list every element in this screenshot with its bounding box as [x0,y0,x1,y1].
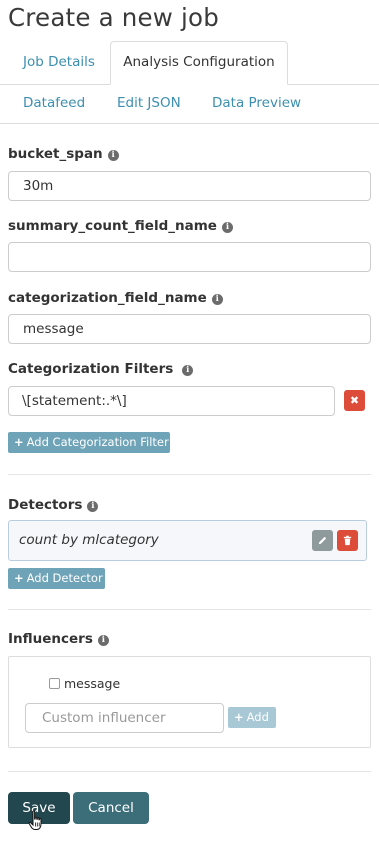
influencers-label-text: Influencers [8,631,93,647]
tab-analysis-configuration[interactable]: Analysis Configuration [110,41,288,85]
influencers-label: Influencers i [8,631,109,647]
page-title: Create a new job [8,3,219,32]
add-categorization-filter-button[interactable]: + Add Categorization Filter [8,432,170,453]
tab-divider [0,84,110,85]
tab-edit-json[interactable]: Edit JSON [117,95,181,111]
categorization-field-name-input[interactable]: message [8,314,371,344]
tab-job-details-label: Job Details [23,54,95,70]
info-circle-icon[interactable]: i [87,501,99,512]
categorization-field-name-label-text: categorization_field_name [8,290,207,306]
section-divider [8,771,371,772]
times-icon: ✖ [349,394,360,407]
tab-datafeed[interactable]: Datafeed [23,95,85,111]
tab-data-preview-label: Data Preview [212,95,302,111]
plus-icon: + [14,435,24,449]
custom-influencer-placeholder: Custom influencer [42,710,166,726]
pencil-icon [318,536,327,545]
influencers-panel: message Custom influencer + Add [8,656,371,748]
add-categorization-filter-label: Add Categorization Filter [26,435,169,449]
tab-analysis-configuration-label: Analysis Configuration [123,54,275,70]
plus-icon: + [234,710,244,724]
tab-job-details[interactable]: Job Details [23,54,95,70]
hand-pointer-icon [28,810,42,830]
categorization-field-name-value: message [23,321,84,337]
summary-count-field-name-input[interactable] [8,242,371,272]
info-circle-icon[interactable]: i [211,294,223,305]
bucket-span-label-text: bucket_span [8,146,103,162]
add-influencer-label: Add [246,710,269,724]
plus-icon: + [14,571,24,585]
detector-description: count by mlcategory [19,532,159,548]
tab-divider [288,84,379,85]
summary-count-field-name-label-text: summary_count_field_name [8,218,217,234]
info-circle-icon[interactable]: i [107,150,119,161]
info-circle-icon[interactable]: i [97,635,109,646]
section-divider [8,474,371,475]
categorization-filter-input[interactable]: \[statement:.*\] [8,386,335,416]
detectors-label-text: Detectors [8,497,83,513]
add-detector-label: Add Detector [26,571,103,585]
categorization-field-name-label: categorization_field_name i [8,290,223,306]
detectors-label: Detectors i [8,497,99,513]
tab-edit-json-label: Edit JSON [117,95,181,111]
remove-filter-button[interactable]: ✖ [344,390,365,411]
categorization-filters-label-text: Categorization Filters [8,361,174,377]
bucket-span-input[interactable]: 30m [8,171,371,201]
bucket-span-label: bucket_span i [8,146,119,162]
influencer-checkbox-label[interactable]: message [64,676,120,691]
bucket-span-value: 30m [23,178,54,194]
cancel-button[interactable]: Cancel [73,792,149,824]
add-detector-button[interactable]: + Add Detector [8,568,105,589]
section-divider [8,609,371,610]
categorization-filter-value: \[statement:.*\] [22,393,127,409]
detector-card: count by mlcategory [8,520,367,561]
categorization-filters-label: Categorization Filters i [8,361,194,377]
tab-data-preview[interactable]: Data Preview [212,95,301,111]
tab-bar-bottom-border [0,123,379,124]
trash-icon [343,535,352,546]
custom-influencer-input[interactable]: Custom influencer [25,703,224,733]
edit-detector-button[interactable] [312,530,333,551]
info-circle-icon[interactable]: i [221,222,233,233]
influencer-checkbox-message[interactable] [49,678,60,689]
info-circle-icon[interactable]: i [182,365,194,376]
summary-count-field-name-label: summary_count_field_name i [8,218,233,234]
add-influencer-button[interactable]: + Add [228,707,276,728]
cancel-button-label: Cancel [88,800,134,816]
delete-detector-button[interactable] [337,530,358,551]
tab-datafeed-label: Datafeed [23,95,86,111]
